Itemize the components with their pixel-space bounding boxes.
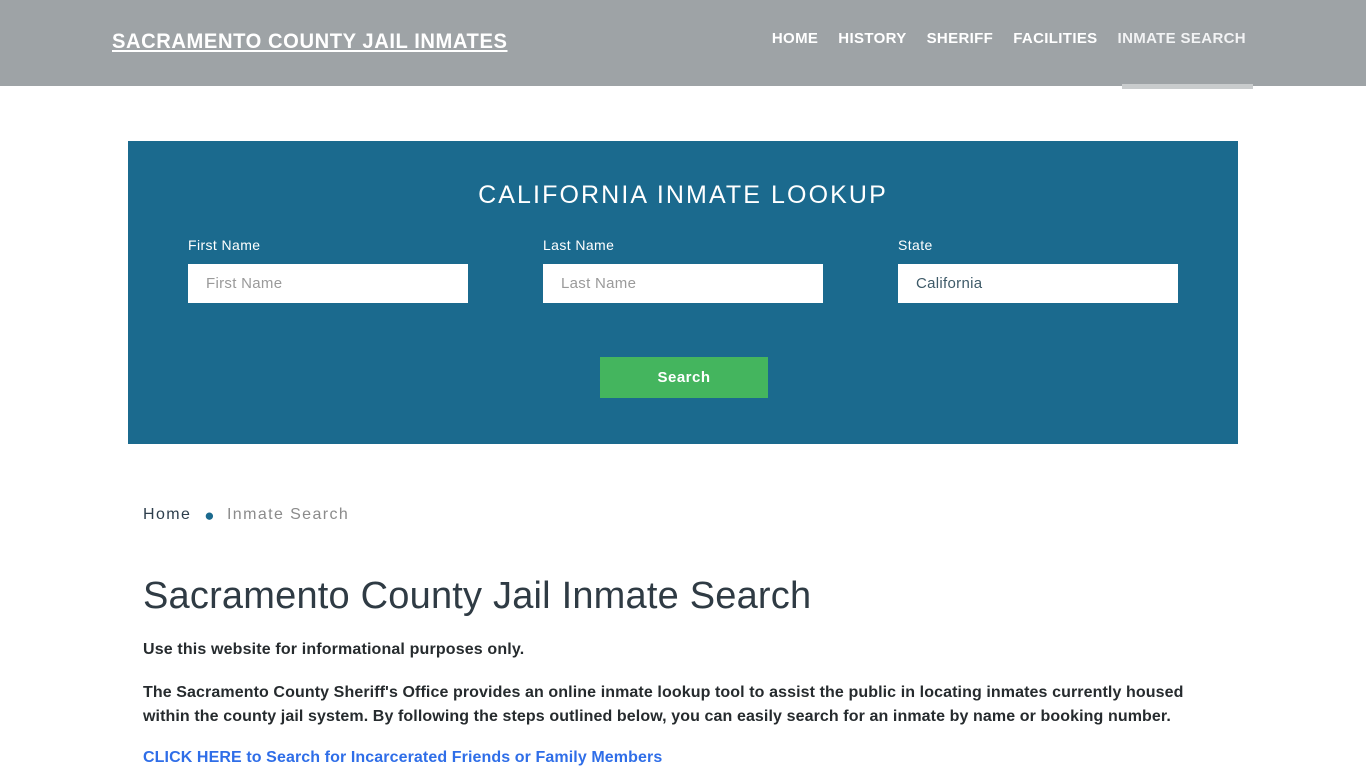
nav-item-sheriff[interactable]: SHERIFF: [917, 30, 1004, 47]
nav-item-home[interactable]: HOME: [762, 30, 828, 47]
breadcrumb-home-link[interactable]: Home: [143, 506, 191, 524]
inmate-search-cta-link[interactable]: CLICK HERE to Search for Incarcerated Fr…: [143, 749, 662, 767]
site-header: SACRAMENTO COUNTY JAIL INMATES HOME HIST…: [0, 0, 1366, 86]
state-label: State: [898, 237, 933, 253]
nav-item-history[interactable]: HISTORY: [828, 30, 916, 47]
last-name-input[interactable]: [543, 264, 823, 303]
state-input[interactable]: [898, 264, 1178, 303]
last-name-field-group: Last Name: [543, 237, 823, 303]
last-name-label: Last Name: [543, 237, 615, 253]
nav-active-indicator: [1122, 84, 1253, 89]
main-content: Sacramento County Jail Inmate Search Use…: [143, 575, 1233, 767]
first-name-input[interactable]: [188, 264, 468, 303]
first-name-field-group: First Name: [188, 237, 468, 303]
main-navigation: HOME HISTORY SHERIFF FACILITIES INMATE S…: [762, 30, 1256, 47]
page-title: Sacramento County Jail Inmate Search: [143, 575, 812, 617]
nav-item-inmate-search[interactable]: INMATE SEARCH: [1108, 30, 1256, 47]
search-button[interactable]: Search: [600, 357, 768, 398]
breadcrumb-current-page: Inmate Search: [226, 506, 350, 523]
lookup-panel-title: CALIFORNIA INMATE LOOKUP: [478, 181, 888, 209]
inmate-lookup-panel: CALIFORNIA INMATE LOOKUP First Name Last…: [128, 141, 1238, 444]
breadcrumb-separator-dot-icon: ●: [204, 505, 216, 525]
site-title[interactable]: SACRAMENTO COUNTY JAIL INMATES: [112, 30, 508, 54]
nav-item-facilities[interactable]: FACILITIES: [1003, 30, 1107, 47]
breadcrumb: Home ● Inmate Search: [143, 506, 349, 524]
disclaimer-text: Use this website for informational purpo…: [143, 640, 525, 658]
intro-paragraph: The Sacramento County Sheriff's Office p…: [143, 683, 1184, 726]
state-field-group: State: [898, 237, 1178, 303]
first-name-label: First Name: [188, 237, 261, 253]
